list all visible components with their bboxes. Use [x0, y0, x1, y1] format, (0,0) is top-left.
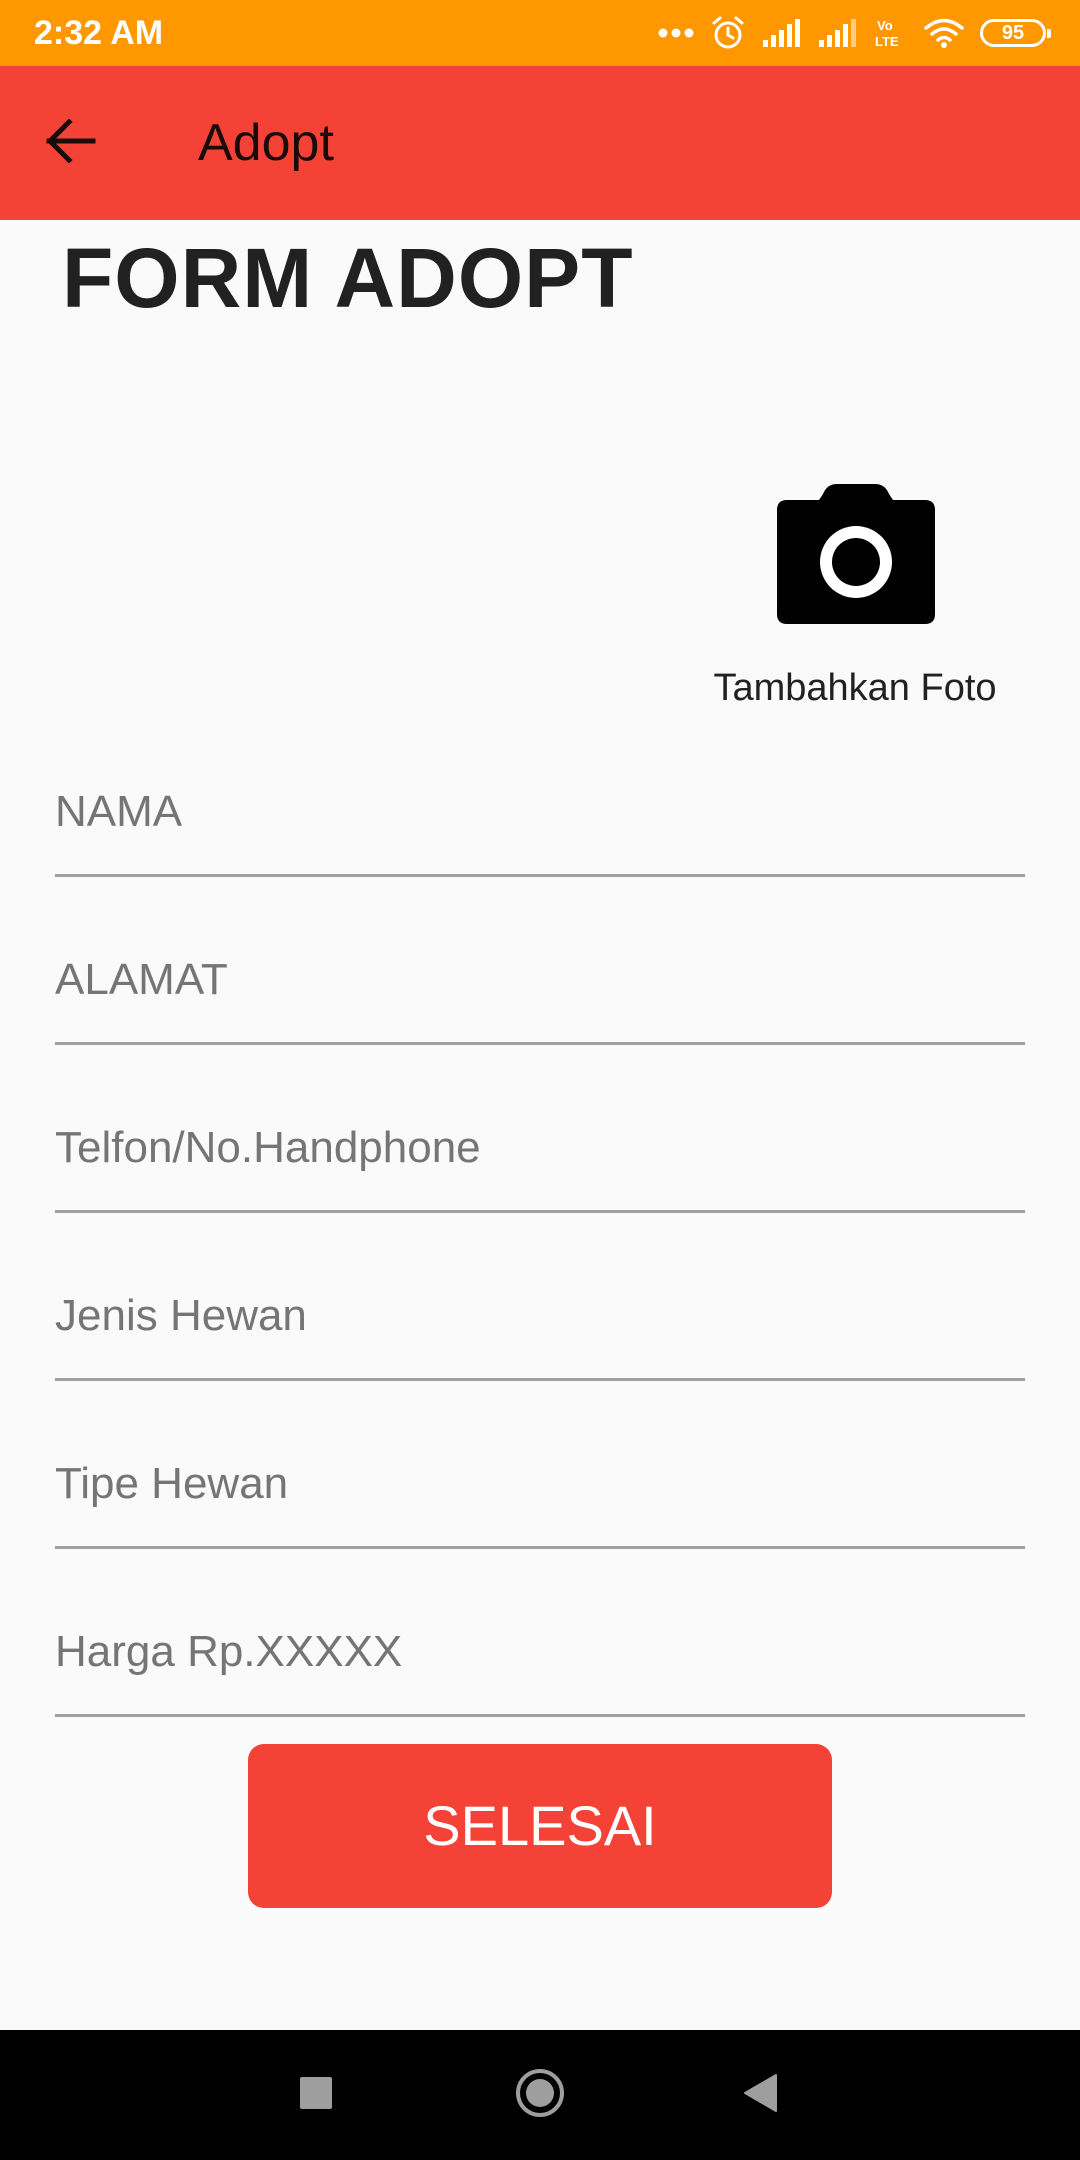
square-recents-icon — [299, 2076, 333, 2115]
address-input[interactable] — [55, 945, 1025, 1015]
battery-level: 95 — [1001, 21, 1025, 44]
address-field — [55, 915, 1025, 1045]
wifi-icon — [924, 17, 964, 49]
more-dots-icon — [658, 27, 694, 39]
animal-type-input[interactable] — [55, 1449, 1025, 1519]
app-bar: Adopt — [0, 66, 1080, 220]
battery-icon: 95 — [980, 19, 1051, 47]
price-input[interactable] — [55, 1617, 1025, 1687]
arrow-left-icon — [45, 117, 97, 168]
recents-button[interactable] — [276, 2055, 356, 2135]
price-field — [55, 1587, 1025, 1717]
add-photo-button[interactable] — [770, 480, 942, 630]
nav-back-button[interactable] — [720, 2055, 800, 2135]
status-time: 2:32 AM — [34, 14, 164, 52]
animal-type-field — [55, 1419, 1025, 1549]
home-button[interactable] — [500, 2055, 580, 2135]
page-title: FORM ADOPT — [62, 231, 634, 325]
status-bar: 2:32 AM Vo LTE 95 — [0, 0, 1080, 66]
name-field — [55, 747, 1025, 877]
phone-input[interactable] — [55, 1113, 1025, 1183]
app-bar-title: Adopt — [198, 114, 334, 172]
phone-field — [55, 1083, 1025, 1213]
status-icons: Vo LTE 95 — [658, 8, 1051, 58]
camera-icon — [775, 480, 937, 631]
submit-button[interactable]: SELESAI — [248, 1744, 832, 1908]
alarm-icon — [710, 15, 746, 51]
circle-home-icon — [514, 2067, 566, 2124]
svg-text:LTE: LTE — [875, 34, 899, 49]
svg-text:Vo: Vo — [877, 18, 893, 33]
volte-icon: Vo LTE — [874, 16, 908, 50]
signal-icon — [762, 18, 802, 48]
triangle-back-icon — [742, 2073, 778, 2118]
signal-icon — [818, 18, 858, 48]
adopt-form-screen: 2:32 AM Vo LTE 95 Adopt FORM ADOPT Tamba… — [0, 0, 1080, 2160]
animal-kind-field — [55, 1251, 1025, 1381]
animal-kind-input[interactable] — [55, 1281, 1025, 1351]
add-photo-label: Tambahkan Foto — [713, 667, 997, 709]
back-button[interactable] — [34, 106, 108, 180]
name-input[interactable] — [55, 777, 1025, 847]
system-nav-bar — [0, 2030, 1080, 2160]
